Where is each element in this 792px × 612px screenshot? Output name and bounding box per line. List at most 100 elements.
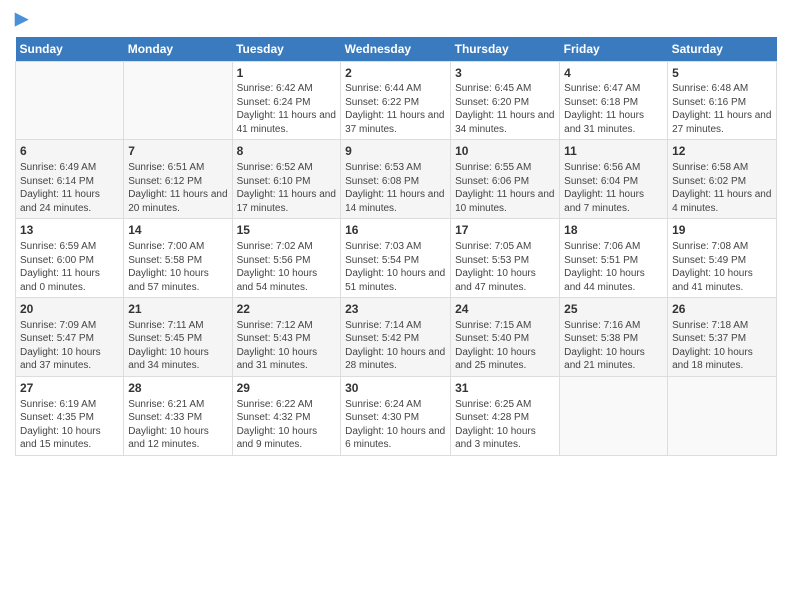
week-row-4: 20Sunrise: 7:09 AM Sunset: 5:47 PM Dayli… bbox=[16, 298, 777, 377]
cell-content: Sunrise: 6:42 AM Sunset: 6:24 PM Dayligh… bbox=[237, 82, 337, 136]
calendar-cell bbox=[16, 61, 124, 140]
day-number: 15 bbox=[237, 222, 337, 239]
day-number: 27 bbox=[20, 380, 119, 397]
day-number: 26 bbox=[672, 301, 772, 318]
calendar-cell: 17Sunrise: 7:05 AM Sunset: 5:53 PM Dayli… bbox=[451, 219, 560, 298]
week-row-1: 1Sunrise: 6:42 AM Sunset: 6:24 PM Daylig… bbox=[16, 61, 777, 140]
day-number: 3 bbox=[455, 65, 555, 82]
day-number: 7 bbox=[128, 143, 227, 160]
day-number: 28 bbox=[128, 380, 227, 397]
cell-content: Sunrise: 6:58 AM Sunset: 6:02 PM Dayligh… bbox=[672, 161, 772, 215]
calendar-cell: 9Sunrise: 6:53 AM Sunset: 6:08 PM Daylig… bbox=[341, 140, 451, 219]
calendar-cell bbox=[560, 376, 668, 455]
calendar-cell: 8Sunrise: 6:52 AM Sunset: 6:10 PM Daylig… bbox=[232, 140, 341, 219]
day-number: 21 bbox=[128, 301, 227, 318]
cell-content: Sunrise: 7:02 AM Sunset: 5:56 PM Dayligh… bbox=[237, 240, 337, 294]
cell-content: Sunrise: 7:09 AM Sunset: 5:47 PM Dayligh… bbox=[20, 319, 119, 373]
day-number: 24 bbox=[455, 301, 555, 318]
calendar-cell: 16Sunrise: 7:03 AM Sunset: 5:54 PM Dayli… bbox=[341, 219, 451, 298]
calendar-cell: 31Sunrise: 6:25 AM Sunset: 4:28 PM Dayli… bbox=[451, 376, 560, 455]
cell-content: Sunrise: 6:22 AM Sunset: 4:32 PM Dayligh… bbox=[237, 398, 337, 452]
calendar-cell: 21Sunrise: 7:11 AM Sunset: 5:45 PM Dayli… bbox=[124, 298, 232, 377]
cell-content: Sunrise: 6:24 AM Sunset: 4:30 PM Dayligh… bbox=[345, 398, 446, 452]
calendar-cell: 12Sunrise: 6:58 AM Sunset: 6:02 PM Dayli… bbox=[668, 140, 777, 219]
calendar-cell bbox=[668, 376, 777, 455]
day-number: 29 bbox=[237, 380, 337, 397]
cell-content: Sunrise: 6:25 AM Sunset: 4:28 PM Dayligh… bbox=[455, 398, 555, 452]
cell-content: Sunrise: 6:55 AM Sunset: 6:06 PM Dayligh… bbox=[455, 161, 555, 215]
calendar-cell: 19Sunrise: 7:08 AM Sunset: 5:49 PM Dayli… bbox=[668, 219, 777, 298]
calendar-cell: 22Sunrise: 7:12 AM Sunset: 5:43 PM Dayli… bbox=[232, 298, 341, 377]
day-number: 9 bbox=[345, 143, 446, 160]
cell-content: Sunrise: 6:51 AM Sunset: 6:12 PM Dayligh… bbox=[128, 161, 227, 215]
calendar-cell: 30Sunrise: 6:24 AM Sunset: 4:30 PM Dayli… bbox=[341, 376, 451, 455]
cell-content: Sunrise: 7:08 AM Sunset: 5:49 PM Dayligh… bbox=[672, 240, 772, 294]
cell-content: Sunrise: 7:15 AM Sunset: 5:40 PM Dayligh… bbox=[455, 319, 555, 373]
day-number: 13 bbox=[20, 222, 119, 239]
calendar-cell: 29Sunrise: 6:22 AM Sunset: 4:32 PM Dayli… bbox=[232, 376, 341, 455]
cell-content: Sunrise: 6:56 AM Sunset: 6:04 PM Dayligh… bbox=[564, 161, 663, 215]
cell-content: Sunrise: 7:05 AM Sunset: 5:53 PM Dayligh… bbox=[455, 240, 555, 294]
day-number: 18 bbox=[564, 222, 663, 239]
day-number: 10 bbox=[455, 143, 555, 160]
calendar-cell: 5Sunrise: 6:48 AM Sunset: 6:16 PM Daylig… bbox=[668, 61, 777, 140]
day-number: 19 bbox=[672, 222, 772, 239]
day-number: 8 bbox=[237, 143, 337, 160]
calendar-cell: 11Sunrise: 6:56 AM Sunset: 6:04 PM Dayli… bbox=[560, 140, 668, 219]
calendar-cell: 25Sunrise: 7:16 AM Sunset: 5:38 PM Dayli… bbox=[560, 298, 668, 377]
cell-content: Sunrise: 7:14 AM Sunset: 5:42 PM Dayligh… bbox=[345, 319, 446, 373]
day-number: 22 bbox=[237, 301, 337, 318]
logo: ▶ bbox=[15, 10, 28, 29]
cell-content: Sunrise: 6:59 AM Sunset: 6:00 PM Dayligh… bbox=[20, 240, 119, 294]
day-number: 23 bbox=[345, 301, 446, 318]
days-header-row: SundayMondayTuesdayWednesdayThursdayFrid… bbox=[16, 37, 777, 62]
day-header-tuesday: Tuesday bbox=[232, 37, 341, 62]
calendar-cell: 24Sunrise: 7:15 AM Sunset: 5:40 PM Dayli… bbox=[451, 298, 560, 377]
day-number: 20 bbox=[20, 301, 119, 318]
day-number: 16 bbox=[345, 222, 446, 239]
cell-content: Sunrise: 7:11 AM Sunset: 5:45 PM Dayligh… bbox=[128, 319, 227, 373]
cell-content: Sunrise: 7:00 AM Sunset: 5:58 PM Dayligh… bbox=[128, 240, 227, 294]
calendar-cell: 23Sunrise: 7:14 AM Sunset: 5:42 PM Dayli… bbox=[341, 298, 451, 377]
day-header-friday: Friday bbox=[560, 37, 668, 62]
cell-content: Sunrise: 7:06 AM Sunset: 5:51 PM Dayligh… bbox=[564, 240, 663, 294]
cell-content: Sunrise: 6:19 AM Sunset: 4:35 PM Dayligh… bbox=[20, 398, 119, 452]
week-row-5: 27Sunrise: 6:19 AM Sunset: 4:35 PM Dayli… bbox=[16, 376, 777, 455]
calendar-cell: 7Sunrise: 6:51 AM Sunset: 6:12 PM Daylig… bbox=[124, 140, 232, 219]
cell-content: Sunrise: 7:16 AM Sunset: 5:38 PM Dayligh… bbox=[564, 319, 663, 373]
cell-content: Sunrise: 7:12 AM Sunset: 5:43 PM Dayligh… bbox=[237, 319, 337, 373]
day-header-wednesday: Wednesday bbox=[341, 37, 451, 62]
day-number: 1 bbox=[237, 65, 337, 82]
cell-content: Sunrise: 6:21 AM Sunset: 4:33 PM Dayligh… bbox=[128, 398, 227, 452]
calendar-table: SundayMondayTuesdayWednesdayThursdayFrid… bbox=[15, 37, 777, 456]
calendar-cell: 4Sunrise: 6:47 AM Sunset: 6:18 PM Daylig… bbox=[560, 61, 668, 140]
cell-content: Sunrise: 6:53 AM Sunset: 6:08 PM Dayligh… bbox=[345, 161, 446, 215]
day-number: 6 bbox=[20, 143, 119, 160]
cell-content: Sunrise: 6:52 AM Sunset: 6:10 PM Dayligh… bbox=[237, 161, 337, 215]
day-header-thursday: Thursday bbox=[451, 37, 560, 62]
calendar-cell: 2Sunrise: 6:44 AM Sunset: 6:22 PM Daylig… bbox=[341, 61, 451, 140]
calendar-cell bbox=[124, 61, 232, 140]
day-number: 12 bbox=[672, 143, 772, 160]
day-number: 4 bbox=[564, 65, 663, 82]
calendar-cell: 14Sunrise: 7:00 AM Sunset: 5:58 PM Dayli… bbox=[124, 219, 232, 298]
calendar-cell: 6Sunrise: 6:49 AM Sunset: 6:14 PM Daylig… bbox=[16, 140, 124, 219]
cell-content: Sunrise: 6:44 AM Sunset: 6:22 PM Dayligh… bbox=[345, 82, 446, 136]
week-row-3: 13Sunrise: 6:59 AM Sunset: 6:00 PM Dayli… bbox=[16, 219, 777, 298]
day-number: 5 bbox=[672, 65, 772, 82]
day-header-sunday: Sunday bbox=[16, 37, 124, 62]
calendar-cell: 13Sunrise: 6:59 AM Sunset: 6:00 PM Dayli… bbox=[16, 219, 124, 298]
day-number: 30 bbox=[345, 380, 446, 397]
calendar-cell: 1Sunrise: 6:42 AM Sunset: 6:24 PM Daylig… bbox=[232, 61, 341, 140]
day-number: 11 bbox=[564, 143, 663, 160]
page-header: ▶ bbox=[15, 10, 777, 29]
calendar-cell: 15Sunrise: 7:02 AM Sunset: 5:56 PM Dayli… bbox=[232, 219, 341, 298]
day-header-monday: Monday bbox=[124, 37, 232, 62]
cell-content: Sunrise: 6:47 AM Sunset: 6:18 PM Dayligh… bbox=[564, 82, 663, 136]
calendar-cell: 10Sunrise: 6:55 AM Sunset: 6:06 PM Dayli… bbox=[451, 140, 560, 219]
cell-content: Sunrise: 7:18 AM Sunset: 5:37 PM Dayligh… bbox=[672, 319, 772, 373]
calendar-cell: 27Sunrise: 6:19 AM Sunset: 4:35 PM Dayli… bbox=[16, 376, 124, 455]
cell-content: Sunrise: 6:45 AM Sunset: 6:20 PM Dayligh… bbox=[455, 82, 555, 136]
cell-content: Sunrise: 6:48 AM Sunset: 6:16 PM Dayligh… bbox=[672, 82, 772, 136]
calendar-cell: 20Sunrise: 7:09 AM Sunset: 5:47 PM Dayli… bbox=[16, 298, 124, 377]
